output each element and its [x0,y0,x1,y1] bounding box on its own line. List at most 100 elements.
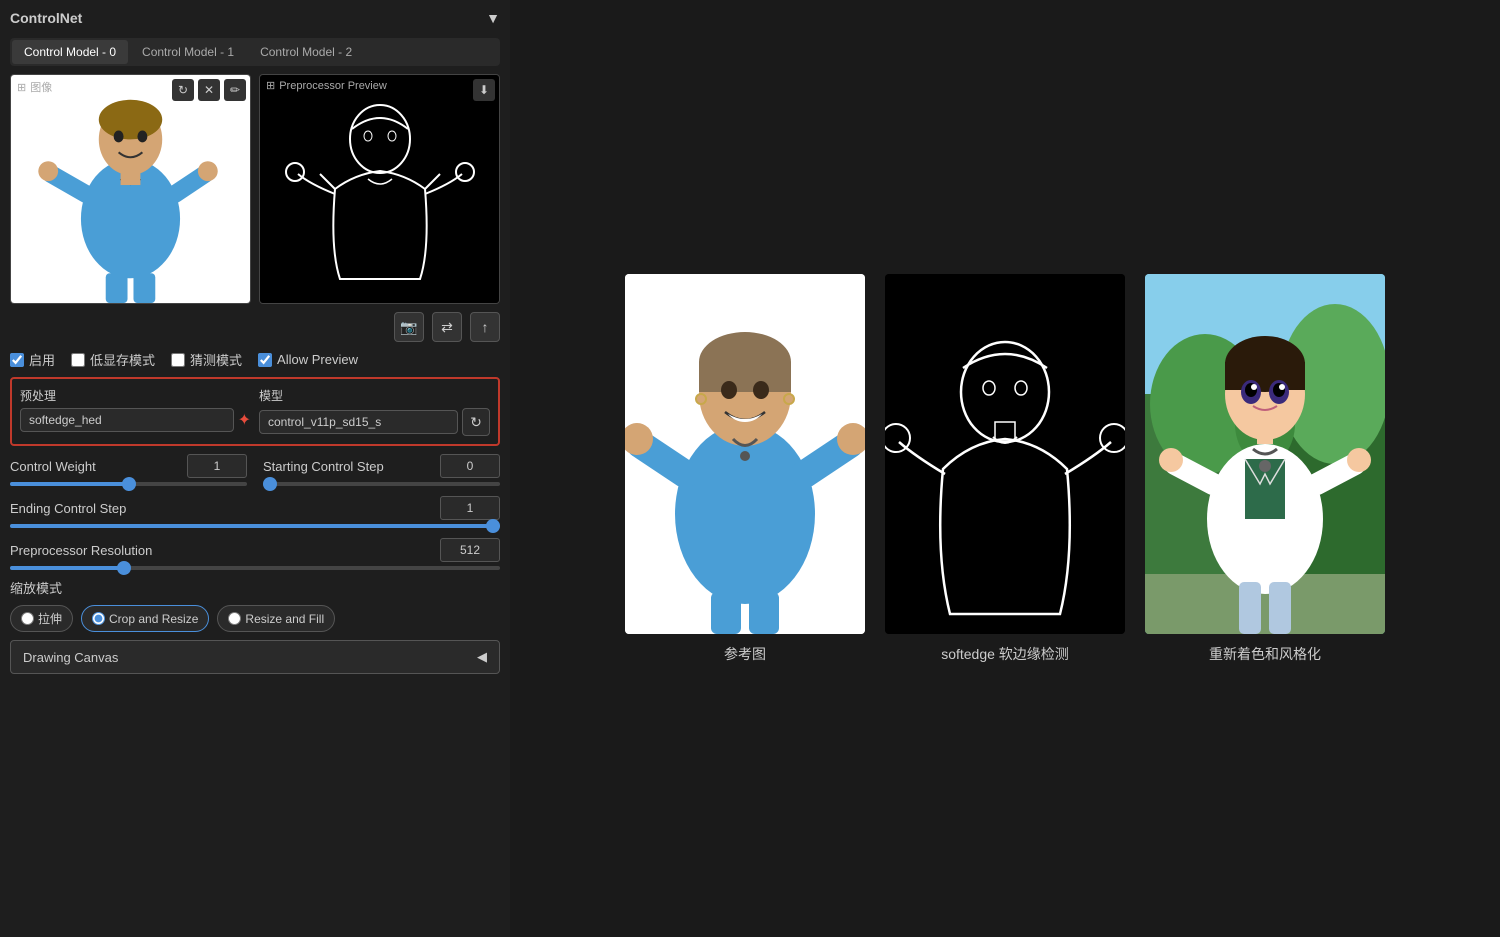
upload-btn[interactable]: ↑ [470,312,500,342]
gallery-caption-0: 参考图 [724,644,766,664]
drawing-canvas-icon: ◀ [477,649,487,665]
model-select-row: control_v11p_sd15_s none ↻ [259,408,490,436]
panel-header: ControlNet ▼ [10,10,500,26]
gallery-img-edge [885,274,1125,634]
control-weight-value[interactable]: 1 [187,454,247,478]
model-label: 模型 [259,387,490,404]
preprocessor-resolution-slider[interactable] [10,566,500,570]
edge-detection-svg [280,79,480,299]
preprocessor-preview-image[interactable] [260,75,499,303]
low-mem-label: 低显存模式 [90,350,155,369]
zoom-stretch-label: 拉伸 [38,610,62,627]
gallery-img-reference [625,274,865,634]
low-mem-checkbox-item[interactable]: 低显存模式 [71,350,155,369]
gallery-anime-svg [1145,274,1385,634]
action-row: 📷 ⇄ ↑ [10,312,500,342]
preprocess-dropdown[interactable]: softedge_hed softedge_hedsafe none [20,408,234,432]
zoom-fill-option[interactable]: Resize and Fill [217,605,335,632]
enable-label: 启用 [29,350,55,369]
gallery-edge-svg [885,274,1125,634]
input-image[interactable] [11,75,250,303]
control-weight-header: Control Weight 1 [10,454,247,478]
allow-preview-checkbox-item[interactable]: Allow Preview [258,352,358,367]
preprocess-select-row: softedge_hed softedge_hedsafe none ✦ [20,408,251,432]
allow-preview-label: Allow Preview [277,352,358,367]
preprocess-label: 预处理 [20,387,251,404]
starting-step-label: Starting Control Step [263,459,384,474]
nurse-color-svg [11,75,250,303]
gallery-caption-1: softedge 软边缘检测 [941,644,1069,664]
guess-mode-checkbox-item[interactable]: 猜测模式 [171,350,242,369]
preprocessor-image-controls: ⬇ [473,79,495,101]
input-image-box: ⊞ 图像 ↻ ✕ ✏ [10,74,251,304]
zoom-fill-radio[interactable] [228,612,241,625]
preprocessor-resolution-value[interactable]: 512 [440,538,500,562]
close-image-btn[interactable]: ✕ [198,79,220,101]
options-row: 启用 低显存模式 猜测模式 Allow Preview [10,350,500,369]
ending-step-value[interactable]: 1 [440,496,500,520]
gallery-img-anime [1145,274,1385,634]
preprocess-model-box: 预处理 softedge_hed softedge_hedsafe none ✦… [10,377,500,446]
starting-step-slider[interactable] [263,482,500,486]
starting-step-header: Starting Control Step 0 [263,454,500,478]
input-image-controls: ↻ ✕ ✏ [172,79,246,101]
starting-step-row: Starting Control Step 0 [263,454,500,486]
control-weight-slider[interactable] [10,482,247,486]
gallery-item-1: softedge 软边缘检测 [885,274,1125,664]
drawing-canvas-row[interactable]: Drawing Canvas ◀ [10,640,500,674]
zoom-crop-radio[interactable] [92,612,105,625]
gallery-item-2: 重新着色和风格化 [1145,274,1385,664]
gallery-nurse-svg [625,274,865,634]
enable-checkbox-item[interactable]: 启用 [10,350,55,369]
sliders-section: Control Weight 1 Starting Control Step 0… [10,454,500,570]
download-preview-btn[interactable]: ⬇ [473,79,495,101]
allow-preview-checkbox[interactable] [258,353,272,367]
zoom-crop-option[interactable]: Crop and Resize [81,605,209,632]
preprocessor-resolution-header: Preprocessor Resolution 512 [10,538,500,562]
ending-step-slider[interactable] [10,524,500,528]
right-panel: 参考图 [510,0,1500,937]
ending-step-label: Ending Control Step [10,501,126,516]
camera-btn[interactable]: 📷 [394,312,424,342]
guess-mode-label: 猜测模式 [190,350,242,369]
swap-btn[interactable]: ⇄ [432,312,462,342]
zoom-mode-section: 缩放模式 拉伸 Crop and Resize Resize and Fill [10,578,500,632]
tab-control-model-1[interactable]: Control Model - 1 [130,40,246,64]
gallery-caption-2: 重新着色和风格化 [1209,644,1321,664]
input-image-label: ⊞ 图像 [17,79,52,95]
tab-bar: Control Model - 0 Control Model - 1 Cont… [10,38,500,66]
control-weight-label: Control Weight [10,459,96,474]
two-col-sliders: Control Weight 1 Starting Control Step 0 [10,454,500,486]
zoom-mode-label: 缩放模式 [10,578,500,597]
tab-control-model-2[interactable]: Control Model - 2 [248,40,364,64]
low-mem-checkbox[interactable] [71,353,85,367]
tab-control-model-0[interactable]: Control Model - 0 [12,40,128,64]
guess-mode-checkbox[interactable] [171,353,185,367]
image-row: ⊞ 图像 ↻ ✕ ✏ [10,74,500,304]
refresh-image-btn[interactable]: ↻ [172,79,194,101]
preprocessor-preview-box: ⊞ Preprocessor Preview ⬇ [259,74,500,304]
starting-step-value[interactable]: 0 [440,454,500,478]
enable-checkbox[interactable] [10,353,24,367]
collapse-icon[interactable]: ▼ [486,10,500,26]
star-icon: ✦ [238,410,251,430]
preprocessor-preview-label: ⊞ Preprocessor Preview [266,79,387,92]
drawing-canvas-label: Drawing Canvas [23,650,118,665]
ending-step-header: Ending Control Step 1 [10,496,500,520]
model-refresh-btn[interactable]: ↻ [462,408,490,436]
zoom-stretch-radio[interactable] [21,612,34,625]
zoom-radio-group: 拉伸 Crop and Resize Resize and Fill [10,605,500,632]
zoom-stretch-option[interactable]: 拉伸 [10,605,73,632]
model-dropdown[interactable]: control_v11p_sd15_s none [259,410,458,434]
preprocessor-resolution-label: Preprocessor Resolution [10,543,152,558]
zoom-crop-label: Crop and Resize [109,612,198,626]
panel-title: ControlNet [10,10,82,26]
control-weight-row: Control Weight 1 [10,454,247,486]
left-panel: ControlNet ▼ Control Model - 0 Control M… [0,0,510,937]
ending-step-row: Ending Control Step 1 [10,496,500,528]
zoom-fill-label: Resize and Fill [245,612,324,626]
gallery-item-0: 参考图 [625,274,865,664]
gallery: 参考图 [625,274,1385,664]
model-col: 模型 control_v11p_sd15_s none ↻ [259,387,490,436]
edit-image-btn[interactable]: ✏ [224,79,246,101]
